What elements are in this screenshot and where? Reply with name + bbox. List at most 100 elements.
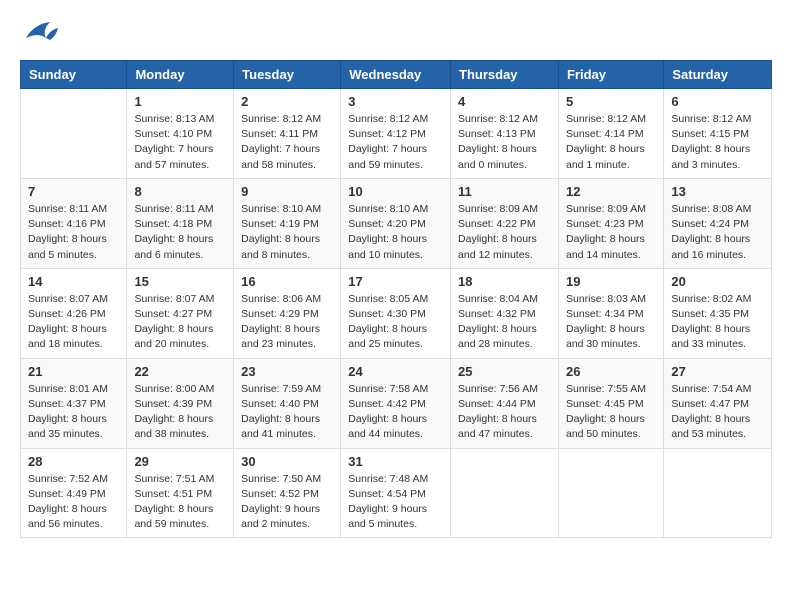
week-row-3: 21 Sunrise: 8:01 AM Sunset: 4:37 PM Dayli… [21,358,772,448]
calendar-cell: 4 Sunrise: 8:12 AM Sunset: 4:13 PM Daylig… [451,89,559,179]
day-info: Sunrise: 8:10 AM Sunset: 4:20 PM Dayligh… [348,202,443,263]
calendar-cell [451,448,559,538]
day-number: 19 [566,274,656,289]
week-row-2: 14Sunrise: 8:07 AM Sunset: 4:26 PM Dayli… [21,268,772,358]
calendar-cell: 1 Sunrise: 8:13 AM Sunset: 4:10 PM Daylig… [127,89,234,179]
calendar-cell: 25 Sunrise: 7:56 AM Sunset: 4:44 PM Dayli… [451,358,559,448]
header-cell-wednesday: Wednesday [341,61,451,89]
header-row: SundayMondayTuesdayWednesdayThursdayFrid… [21,61,772,89]
calendar-cell: 21 Sunrise: 8:01 AM Sunset: 4:37 PM Dayli… [21,358,127,448]
calendar-cell: 30 Sunrise: 7:50 AM Sunset: 4:52 PM Dayli… [234,448,341,538]
day-info: Sunrise: 8:05 AM Sunset: 4:30 PM Dayligh… [348,292,443,353]
calendar-cell: 20 Sunrise: 8:02 AM Sunset: 4:35 PM Dayli… [664,268,772,358]
day-number: 16 [241,274,333,289]
calendar-cell: 15 Sunrise: 8:07 AM Sunset: 4:27 PM Dayli… [127,268,234,358]
day-info: Sunrise: 8:13 AM Sunset: 4:10 PM Dayligh… [134,112,226,173]
logo-icon [20,20,58,50]
day-number: 8 [134,184,226,199]
day-info: Sunrise: 8:02 AM Sunset: 4:35 PM Dayligh… [671,292,764,353]
day-number: 4 [458,94,551,109]
day-number: 1 [134,94,226,109]
calendar-cell: 29 Sunrise: 7:51 AM Sunset: 4:51 PM Dayli… [127,448,234,538]
header-cell-saturday: Saturday [664,61,772,89]
calendar-cell: 24Sunrise: 7:58 AM Sunset: 4:42 PM Dayli… [341,358,451,448]
day-number: 28 [28,454,119,469]
calendar-cell: 11 Sunrise: 8:09 AM Sunset: 4:22 PM Dayli… [451,178,559,268]
day-number: 3 [348,94,443,109]
calendar-body: 1 Sunrise: 8:13 AM Sunset: 4:10 PM Daylig… [21,89,772,538]
day-number: 18 [458,274,551,289]
day-number: 15 [134,274,226,289]
day-info: Sunrise: 8:09 AM Sunset: 4:23 PM Dayligh… [566,202,656,263]
calendar-cell: 14Sunrise: 8:07 AM Sunset: 4:26 PM Dayli… [21,268,127,358]
day-info: Sunrise: 8:04 AM Sunset: 4:32 PM Dayligh… [458,292,551,353]
calendar-cell: 2 Sunrise: 8:12 AM Sunset: 4:11 PM Daylig… [234,89,341,179]
calendar-cell: 8 Sunrise: 8:11 AM Sunset: 4:18 PM Daylig… [127,178,234,268]
calendar-cell: 5 Sunrise: 8:12 AM Sunset: 4:14 PM Daylig… [558,89,663,179]
day-number: 2 [241,94,333,109]
header-cell-monday: Monday [127,61,234,89]
calendar-cell: 31Sunrise: 7:48 AM Sunset: 4:54 PM Dayli… [341,448,451,538]
calendar-cell: 22 Sunrise: 8:00 AM Sunset: 4:39 PM Dayli… [127,358,234,448]
logo [20,20,62,50]
day-info: Sunrise: 8:10 AM Sunset: 4:19 PM Dayligh… [241,202,333,263]
day-number: 5 [566,94,656,109]
calendar-cell: 6Sunrise: 8:12 AM Sunset: 4:15 PM Daylig… [664,89,772,179]
day-number: 10 [348,184,443,199]
day-info: Sunrise: 7:56 AM Sunset: 4:44 PM Dayligh… [458,382,551,443]
day-info: Sunrise: 8:00 AM Sunset: 4:39 PM Dayligh… [134,382,226,443]
calendar-cell [664,448,772,538]
day-info: Sunrise: 7:54 AM Sunset: 4:47 PM Dayligh… [671,382,764,443]
day-info: Sunrise: 8:09 AM Sunset: 4:22 PM Dayligh… [458,202,551,263]
day-info: Sunrise: 8:12 AM Sunset: 4:15 PM Dayligh… [671,112,764,173]
day-info: Sunrise: 8:11 AM Sunset: 4:18 PM Dayligh… [134,202,226,263]
day-number: 9 [241,184,333,199]
day-info: Sunrise: 7:51 AM Sunset: 4:51 PM Dayligh… [134,472,226,533]
calendar-cell: 26Sunrise: 7:55 AM Sunset: 4:45 PM Dayli… [558,358,663,448]
day-info: Sunrise: 8:07 AM Sunset: 4:27 PM Dayligh… [134,292,226,353]
day-number: 31 [348,454,443,469]
day-number: 29 [134,454,226,469]
day-number: 17 [348,274,443,289]
calendar-cell: 9 Sunrise: 8:10 AM Sunset: 4:19 PM Daylig… [234,178,341,268]
day-info: Sunrise: 8:12 AM Sunset: 4:11 PM Dayligh… [241,112,333,173]
day-number: 22 [134,364,226,379]
day-number: 24 [348,364,443,379]
calendar-cell: 23Sunrise: 7:59 AM Sunset: 4:40 PM Dayli… [234,358,341,448]
day-number: 11 [458,184,551,199]
day-info: Sunrise: 7:59 AM Sunset: 4:40 PM Dayligh… [241,382,333,443]
week-row-1: 7Sunrise: 8:11 AM Sunset: 4:16 PM Daylig… [21,178,772,268]
day-number: 30 [241,454,333,469]
week-row-0: 1 Sunrise: 8:13 AM Sunset: 4:10 PM Daylig… [21,89,772,179]
calendar-cell: 17 Sunrise: 8:05 AM Sunset: 4:30 PM Dayli… [341,268,451,358]
header-cell-sunday: Sunday [21,61,127,89]
day-info: Sunrise: 8:08 AM Sunset: 4:24 PM Dayligh… [671,202,764,263]
calendar-cell: 16Sunrise: 8:06 AM Sunset: 4:29 PM Dayli… [234,268,341,358]
day-info: Sunrise: 7:55 AM Sunset: 4:45 PM Dayligh… [566,382,656,443]
calendar-table: SundayMondayTuesdayWednesdayThursdayFrid… [20,60,772,538]
header-cell-friday: Friday [558,61,663,89]
day-info: Sunrise: 8:01 AM Sunset: 4:37 PM Dayligh… [28,382,119,443]
day-number: 25 [458,364,551,379]
calendar-header: SundayMondayTuesdayWednesdayThursdayFrid… [21,61,772,89]
day-info: Sunrise: 8:07 AM Sunset: 4:26 PM Dayligh… [28,292,119,353]
week-row-4: 28 Sunrise: 7:52 AM Sunset: 4:49 PM Dayli… [21,448,772,538]
day-number: 21 [28,364,119,379]
day-number: 13 [671,184,764,199]
calendar-cell: 10 Sunrise: 8:10 AM Sunset: 4:20 PM Dayli… [341,178,451,268]
day-number: 20 [671,274,764,289]
day-info: Sunrise: 8:12 AM Sunset: 4:12 PM Dayligh… [348,112,443,173]
calendar-cell: 28 Sunrise: 7:52 AM Sunset: 4:49 PM Dayli… [21,448,127,538]
day-info: Sunrise: 7:52 AM Sunset: 4:49 PM Dayligh… [28,472,119,533]
calendar-cell: 7Sunrise: 8:11 AM Sunset: 4:16 PM Daylig… [21,178,127,268]
calendar-cell [21,89,127,179]
header-cell-thursday: Thursday [451,61,559,89]
day-number: 12 [566,184,656,199]
day-info: Sunrise: 8:12 AM Sunset: 4:14 PM Dayligh… [566,112,656,173]
day-number: 27 [671,364,764,379]
calendar-cell: 19 Sunrise: 8:03 AM Sunset: 4:34 PM Dayli… [558,268,663,358]
day-number: 7 [28,184,119,199]
day-info: Sunrise: 7:50 AM Sunset: 4:52 PM Dayligh… [241,472,333,533]
day-info: Sunrise: 8:12 AM Sunset: 4:13 PM Dayligh… [458,112,551,173]
day-info: Sunrise: 8:03 AM Sunset: 4:34 PM Dayligh… [566,292,656,353]
